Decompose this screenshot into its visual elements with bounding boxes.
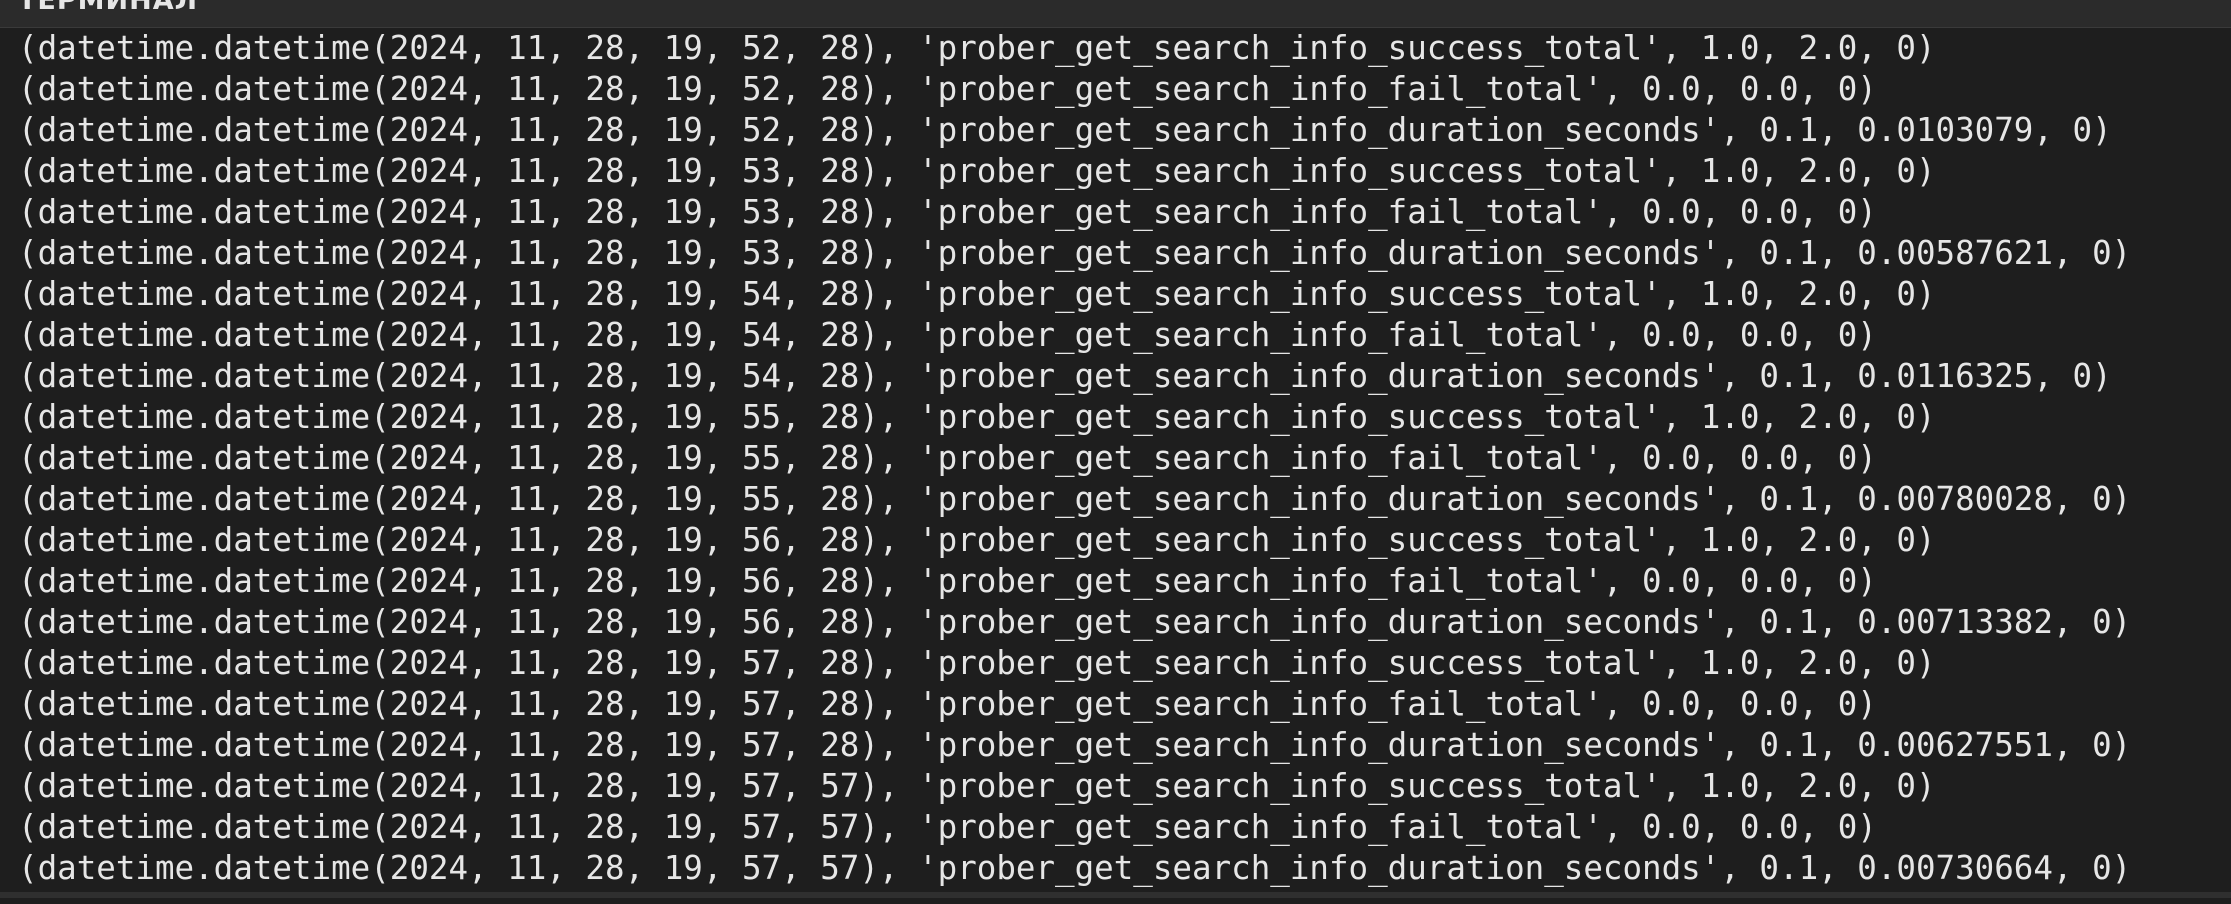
terminal-line: (datetime.datetime(2024, 11, 28, 19, 52,… (18, 111, 2112, 149)
terminal-line: (datetime.datetime(2024, 11, 28, 19, 56,… (18, 603, 2132, 641)
terminal-line: (datetime.datetime(2024, 11, 28, 19, 55,… (18, 398, 1936, 436)
terminal-line: (datetime.datetime(2024, 11, 28, 19, 53,… (18, 193, 1877, 231)
terminal-tab-title[interactable]: ТЕРМИНАЛ (18, 0, 198, 16)
scrollbar-thumb[interactable] (0, 892, 2231, 898)
panel-header: ТЕРМИНАЛ (0, 0, 2231, 28)
terminal-line: (datetime.datetime(2024, 11, 28, 19, 56,… (18, 521, 1936, 559)
terminal-line: (datetime.datetime(2024, 11, 28, 19, 53,… (18, 152, 1936, 190)
terminal-line: (datetime.datetime(2024, 11, 28, 19, 55,… (18, 480, 2132, 518)
terminal-line: (datetime.datetime(2024, 11, 28, 19, 52,… (18, 70, 1877, 108)
terminal-line: (datetime.datetime(2024, 11, 28, 19, 57,… (18, 849, 2132, 887)
terminal-line: (datetime.datetime(2024, 11, 28, 19, 54,… (18, 316, 1877, 354)
terminal-line: (datetime.datetime(2024, 11, 28, 19, 54,… (18, 357, 2112, 395)
terminal-line: (datetime.datetime(2024, 11, 28, 19, 52,… (18, 29, 1936, 67)
terminal-output[interactable]: (datetime.datetime(2024, 11, 28, 19, 52,… (0, 28, 2231, 890)
terminal-panel: ТЕРМИНАЛ (datetime.datetime(2024, 11, 28… (0, 0, 2231, 904)
terminal-line: (datetime.datetime(2024, 11, 28, 19, 57,… (18, 808, 1877, 846)
terminal-line: (datetime.datetime(2024, 11, 28, 19, 57,… (18, 685, 1877, 723)
terminal-line: (datetime.datetime(2024, 11, 28, 19, 56,… (18, 562, 1877, 600)
terminal-line: (datetime.datetime(2024, 11, 28, 19, 55,… (18, 439, 1877, 477)
terminal-line: (datetime.datetime(2024, 11, 28, 19, 57,… (18, 644, 1936, 682)
terminal-line: (datetime.datetime(2024, 11, 28, 19, 54,… (18, 275, 1936, 313)
terminal-lines: (datetime.datetime(2024, 11, 28, 19, 52,… (18, 28, 2131, 889)
terminal-line: (datetime.datetime(2024, 11, 28, 19, 57,… (18, 767, 1936, 805)
terminal-line: (datetime.datetime(2024, 11, 28, 19, 57,… (18, 726, 2132, 764)
terminal-line: (datetime.datetime(2024, 11, 28, 19, 53,… (18, 234, 2132, 272)
